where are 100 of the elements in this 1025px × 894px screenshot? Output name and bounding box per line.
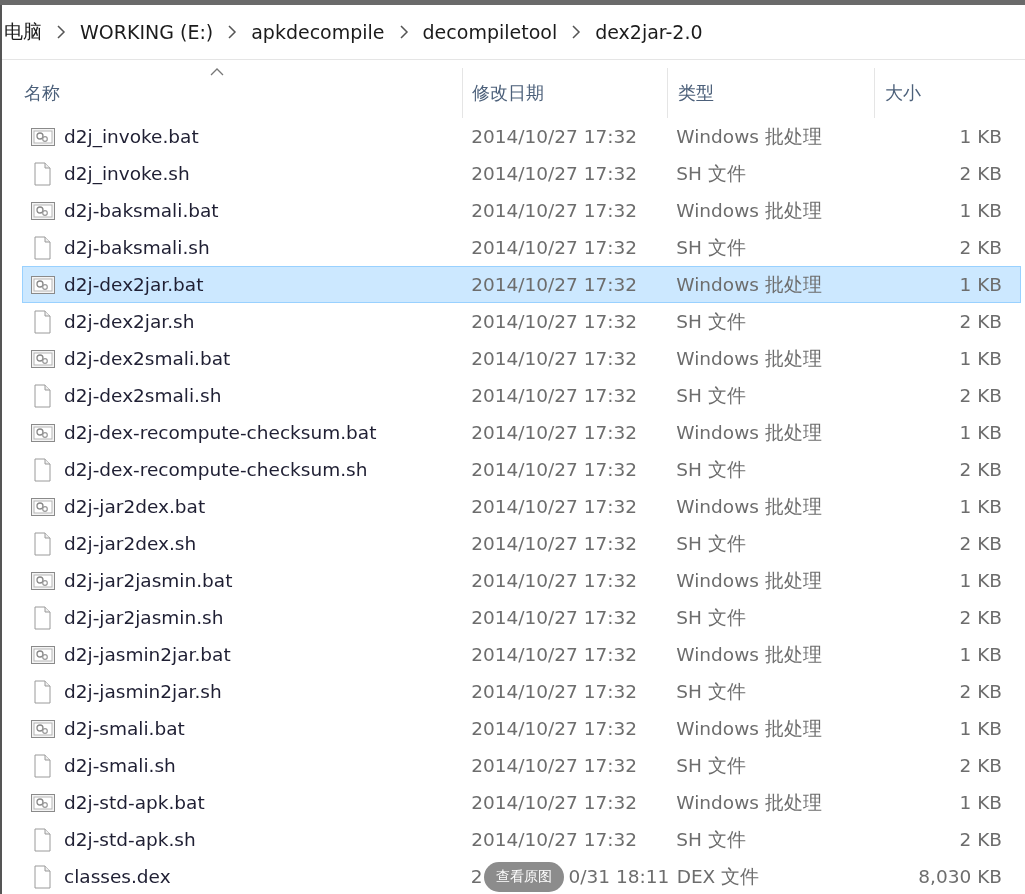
file-name: d2j-baksmali.sh [64, 237, 210, 258]
modified-date: 2014/10/27 17:32 [471, 792, 637, 813]
file-size: 1 KB [959, 718, 1002, 739]
file-type: SH 文件 [676, 384, 746, 408]
breadcrumb-item[interactable]: dex2jar-2.0 [595, 21, 703, 43]
column-header[interactable]: 大小 [875, 68, 1023, 118]
file-row[interactable]: d2j-dex2jar.sh 2014/10/27 17:32 SH 文件 2 KB [22, 303, 1021, 340]
file-row[interactable]: d2j-jasmin2jar.sh 2014/10/27 17:32 SH 文件 2 KB [22, 673, 1021, 710]
file-row[interactable]: d2j-std-apk.sh 2014/10/27 17:32 SH 文件 2 KB [22, 821, 1021, 858]
file-size: 1 KB [959, 496, 1002, 517]
chevron-icon [56, 24, 66, 40]
batch-file-icon [31, 349, 55, 368]
file-size: 8,030 KB [918, 866, 1002, 887]
file-row[interactable]: d2j-smali.sh 2014/10/27 17:32 SH 文件 2 KB [22, 747, 1021, 784]
file-row[interactable]: d2j-jasmin2jar.bat 2014/10/27 17:32 Windows 批处理 1 KB [22, 636, 1021, 673]
modified-date: 2014/10/27 17:32 [471, 274, 637, 295]
document-icon [34, 383, 51, 408]
file-name: classes.dex [64, 866, 171, 887]
file-name: d2j-smali.bat [64, 718, 185, 739]
document-icon [34, 235, 51, 260]
file-type: Windows 批处理 [676, 273, 822, 297]
modified-date: 2014/10/27 17:32 [471, 644, 637, 665]
file-row[interactable]: d2j_invoke.bat 2014/10/27 17:32 Windows 批处理 1 KB [22, 118, 1021, 155]
modified-date: 2014/10/27 17:32 [471, 496, 637, 517]
column-label: 名称 [24, 81, 60, 105]
file-size: 1 KB [959, 422, 1002, 443]
breadcrumb-item[interactable]: WORKING (E:) [80, 21, 214, 43]
file-size: 1 KB [959, 570, 1002, 591]
modified-date: 2014/10/27 17:32 [471, 459, 637, 480]
file-row[interactable]: d2j-baksmali.bat 2014/10/27 17:32 Windows 批处理 1 KB [22, 192, 1021, 229]
file-name: d2j-dex2jar.bat [64, 274, 204, 295]
file-name: d2j_invoke.bat [64, 126, 199, 147]
breadcrumb-item[interactable]: decompiletool [422, 21, 558, 43]
file-row[interactable]: classes.dex 2 查看原图 0/31 18:11 DEX 文件 8,030 KB [22, 858, 1021, 894]
file-type: Windows 批处理 [676, 125, 822, 149]
file-name: d2j-baksmali.bat [64, 200, 219, 221]
file-row[interactable]: d2j_invoke.sh 2014/10/27 17:32 SH 文件 2 KB [22, 155, 1021, 192]
file-row[interactable]: d2j-dex2smali.bat 2014/10/27 17:32 Windows 批处理 1 KB [22, 340, 1021, 377]
file-type: Windows 批处理 [676, 569, 822, 593]
file-type: SH 文件 [676, 532, 746, 556]
file-type: Windows 批处理 [676, 495, 822, 519]
file-type: DEX 文件 [676, 865, 760, 889]
file-size: 2 KB [959, 163, 1002, 184]
modified-date: 2014/10/27 17:32 [471, 533, 637, 554]
file-row[interactable]: d2j-jar2dex.bat 2014/10/27 17:32 Windows 批处理 1 KB [22, 488, 1021, 525]
batch-file-icon [31, 571, 55, 590]
column-header[interactable]: 修改日期 [463, 68, 668, 118]
modified-date: 2014/10/27 17:32 [471, 200, 637, 221]
document-icon [34, 679, 51, 704]
modified-date: 2014/10/27 17:32 [471, 718, 637, 739]
modified-date: 2014/10/27 17:32 [471, 829, 637, 850]
file-name: d2j-jar2jasmin.bat [64, 570, 233, 591]
file-row[interactable]: d2j-jar2jasmin.sh 2014/10/27 17:32 SH 文件 2 KB [22, 599, 1021, 636]
document-icon [34, 864, 51, 889]
file-name: d2j-dex2jar.sh [64, 311, 195, 332]
file-row[interactable]: d2j-smali.bat 2014/10/27 17:32 Windows 批处理 1 KB [22, 710, 1021, 747]
file-name: d2j-smali.sh [64, 755, 176, 776]
file-type: Windows 批处理 [676, 347, 822, 371]
breadcrumb-item[interactable]: apkdecompile [251, 21, 385, 43]
file-row[interactable]: d2j-dex2smali.sh 2014/10/27 17:32 SH 文件 2 KB [22, 377, 1021, 414]
batch-file-icon [31, 497, 55, 516]
modified-date: 2 [470, 866, 483, 887]
file-type: Windows 批处理 [676, 421, 822, 445]
document-icon [34, 605, 51, 630]
file-row[interactable]: d2j-dex-recompute-checksum.sh 2014/10/27 17:32 SH 文件 2 KB [22, 451, 1021, 488]
column-label: 类型 [678, 81, 714, 105]
file-row[interactable]: d2j-jar2dex.sh 2014/10/27 17:32 SH 文件 2 KB [22, 525, 1021, 562]
file-type: SH 文件 [676, 458, 746, 482]
breadcrumb-item[interactable]: 电脑 [4, 19, 42, 45]
file-type: SH 文件 [676, 162, 746, 186]
file-row[interactable]: d2j-std-apk.bat 2014/10/27 17:32 Windows 批处理 1 KB [22, 784, 1021, 821]
modified-date: 2014/10/27 17:32 [471, 348, 637, 369]
document-icon [34, 457, 51, 482]
file-type: Windows 批处理 [676, 199, 822, 223]
file-size: 1 KB [959, 200, 1002, 221]
batch-file-icon [31, 645, 55, 664]
document-icon [34, 161, 51, 186]
file-name: d2j-jar2jasmin.sh [64, 607, 224, 628]
file-type: SH 文件 [676, 236, 746, 260]
file-type: Windows 批处理 [676, 717, 822, 741]
file-size: 1 KB [959, 348, 1002, 369]
batch-file-icon [31, 127, 55, 146]
file-size: 1 KB [959, 274, 1002, 295]
chevron-icon [227, 24, 238, 40]
modified-date: 2014/10/27 17:32 [471, 607, 637, 628]
file-type: SH 文件 [676, 310, 746, 334]
file-name: d2j-std-apk.sh [64, 829, 196, 850]
file-size: 2 KB [959, 459, 1002, 480]
file-row[interactable]: d2j-dex2jar.bat 2014/10/27 17:32 Windows 批处理 1 KB [22, 266, 1021, 303]
file-type: SH 文件 [676, 680, 746, 704]
file-row[interactable]: d2j-dex-recompute-checksum.bat 2014/10/27 17:32 Windows 批处理 1 KB [22, 414, 1021, 451]
column-label: 大小 [885, 81, 921, 105]
batch-file-icon [31, 423, 55, 442]
file-row[interactable]: d2j-jar2jasmin.bat 2014/10/27 17:32 Windows 批处理 1 KB [22, 562, 1021, 599]
file-size: 1 KB [959, 644, 1002, 665]
modified-date: 2014/10/27 17:32 [471, 422, 637, 443]
column-header[interactable]: 名称 [2, 68, 463, 118]
file-row[interactable]: d2j-baksmali.sh 2014/10/27 17:32 SH 文件 2 KB [22, 229, 1021, 266]
file-size: 2 KB [959, 237, 1002, 258]
column-header[interactable]: 类型 [668, 68, 875, 118]
